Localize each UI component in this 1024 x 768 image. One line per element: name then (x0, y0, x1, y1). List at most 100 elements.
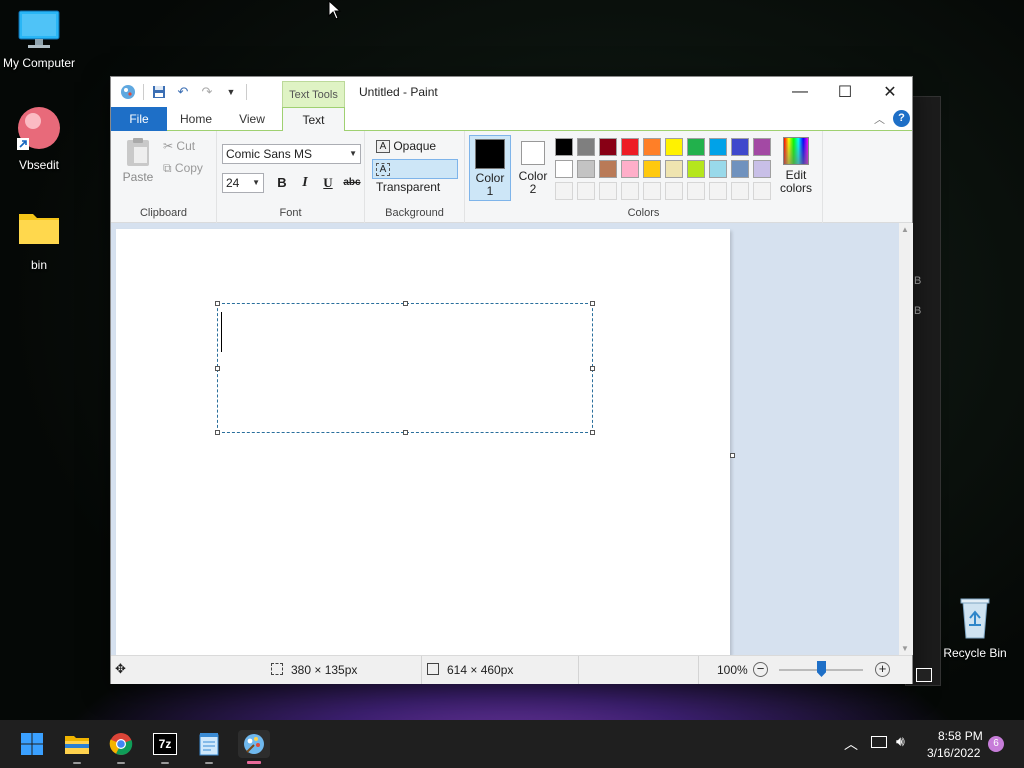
help-icon[interactable]: ? (893, 110, 910, 127)
resize-handle[interactable] (215, 430, 220, 435)
opaque-button[interactable]: A Opaque (372, 136, 440, 156)
text-tools-context-tab: Text Tools (282, 81, 345, 107)
color-swatch[interactable] (731, 160, 749, 178)
color-swatch[interactable] (555, 160, 573, 178)
notification-badge[interactable]: 6 (988, 736, 1004, 752)
desktop-icon-recycle-bin[interactable]: Recycle Bin (936, 596, 1014, 660)
minimize-ribbon-icon[interactable]: ︿ (874, 111, 885, 127)
status-divider (421, 656, 422, 684)
desktop-icon-vbsedit[interactable]: Vbsedit (0, 106, 78, 172)
taskbar-chrome[interactable] (107, 730, 135, 764)
color-swatch[interactable] (643, 138, 661, 156)
custom-color-slot[interactable] (621, 182, 639, 200)
custom-color-slot[interactable] (599, 182, 617, 200)
color-swatch[interactable] (599, 138, 617, 156)
color-swatch[interactable] (665, 138, 683, 156)
zoom-slider-thumb[interactable] (817, 661, 826, 677)
taskbar-notepad[interactable] (195, 730, 223, 764)
custom-color-slot[interactable] (577, 182, 595, 200)
resize-handle[interactable] (403, 430, 408, 435)
tab-file[interactable]: File (111, 107, 167, 131)
undo-icon[interactable]: ↶ (174, 83, 192, 101)
taskbar-file-explorer[interactable] (63, 730, 91, 764)
taskbar-7zip[interactable]: 7z (151, 730, 179, 764)
color-swatch[interactable] (753, 160, 771, 178)
maximize-button[interactable]: ☐ (822, 77, 868, 107)
text-input-box[interactable] (215, 301, 595, 435)
start-button[interactable] (18, 730, 46, 758)
tab-text[interactable]: Text (282, 107, 345, 132)
paint-app-icon[interactable] (119, 83, 137, 101)
font-group: Comic Sans MS ▼ 24 ▼ B I U abc Font (217, 131, 365, 223)
custom-color-slot[interactable] (753, 182, 771, 200)
canvas-resize-handle[interactable] (730, 453, 735, 458)
color-swatch[interactable] (709, 138, 727, 156)
scroll-down-icon[interactable]: ▼ (901, 644, 909, 653)
tab-home[interactable]: Home (171, 107, 221, 131)
drawing-canvas[interactable] (116, 229, 730, 655)
underline-button[interactable]: U (319, 175, 337, 193)
resize-handle[interactable] (590, 301, 595, 306)
font-size-select[interactable]: 24 ▼ (222, 173, 264, 193)
paste-button[interactable]: Paste (119, 137, 157, 189)
color-swatch[interactable] (665, 160, 683, 178)
strikethrough-button[interactable]: abc (341, 177, 363, 195)
show-desktop-button[interactable] (916, 668, 932, 682)
color-swatch[interactable] (577, 160, 595, 178)
zoom-out-button[interactable]: − (753, 662, 768, 677)
color-2-button[interactable]: Color 2 (514, 135, 552, 201)
taskbar-paint[interactable] (238, 730, 270, 764)
color-swatch[interactable] (577, 138, 595, 156)
vertical-scrollbar[interactable]: ▲ ▼ (899, 223, 913, 655)
zoom-in-button[interactable]: + (875, 662, 890, 677)
color-swatch[interactable] (687, 138, 705, 156)
zoom-level: 100% (717, 663, 748, 677)
resize-handle[interactable] (590, 366, 595, 371)
color-swatch[interactable] (643, 160, 661, 178)
italic-button[interactable]: I (296, 175, 314, 193)
transparent-button[interactable]: A Transparent (372, 159, 458, 194)
chevron-down-icon: ▼ (252, 178, 260, 187)
custom-color-slot[interactable] (709, 182, 727, 200)
tab-view[interactable]: View (231, 107, 273, 131)
custom-color-slot[interactable] (731, 182, 749, 200)
custom-color-slot[interactable] (665, 182, 683, 200)
custom-color-slot[interactable] (555, 182, 573, 200)
volume-icon[interactable]: 🔊︎ (896, 733, 905, 750)
color-swatch[interactable] (709, 160, 727, 178)
redo-icon[interactable]: ↷ (198, 83, 216, 101)
color-swatch[interactable] (621, 138, 639, 156)
custom-color-slot[interactable] (687, 182, 705, 200)
desktop-icon-bin-folder[interactable]: bin (0, 208, 78, 272)
color-swatch[interactable] (687, 160, 705, 178)
resize-handle[interactable] (403, 301, 408, 306)
color-swatch[interactable] (621, 160, 639, 178)
color-1-button[interactable]: Color 1 (469, 135, 511, 201)
customize-toolbar-icon[interactable]: ▼ (222, 83, 240, 101)
close-button[interactable]: ✕ (867, 77, 913, 107)
scroll-up-icon[interactable]: ▲ (901, 225, 909, 234)
canvas-area[interactable] (111, 223, 903, 655)
clock-time[interactable]: 8:58 PM (938, 729, 983, 743)
resize-handle[interactable] (215, 366, 220, 371)
desktop-icon-my-computer[interactable]: My Computer (0, 10, 78, 70)
clock-date[interactable]: 3/16/2022 (927, 746, 980, 760)
color-swatch[interactable] (731, 138, 749, 156)
title-bar[interactable]: ↶ ↷ ▼ Text Tools Untitled - Paint — ☐ ✕ (111, 77, 912, 107)
bold-button[interactable]: B (273, 175, 291, 193)
font-family-select[interactable]: Comic Sans MS ▼ (222, 144, 361, 164)
cut-button[interactable]: ✂ Cut (163, 139, 195, 153)
copy-button[interactable]: ⧉ Copy (163, 161, 203, 176)
network-icon[interactable] (871, 736, 887, 748)
color-swatch[interactable] (753, 138, 771, 156)
color-swatch[interactable] (555, 138, 573, 156)
resize-handle[interactable] (590, 430, 595, 435)
show-hidden-icons-icon[interactable]: ︿ (844, 734, 858, 754)
color-swatch[interactable] (599, 160, 617, 178)
minimize-button[interactable]: — (777, 77, 823, 107)
selection-size: 380 × 135px (291, 663, 358, 677)
edit-colors-button[interactable]: Edit colors (775, 135, 817, 201)
resize-handle[interactable] (215, 301, 220, 306)
save-icon[interactable] (150, 83, 168, 101)
custom-color-slot[interactable] (643, 182, 661, 200)
